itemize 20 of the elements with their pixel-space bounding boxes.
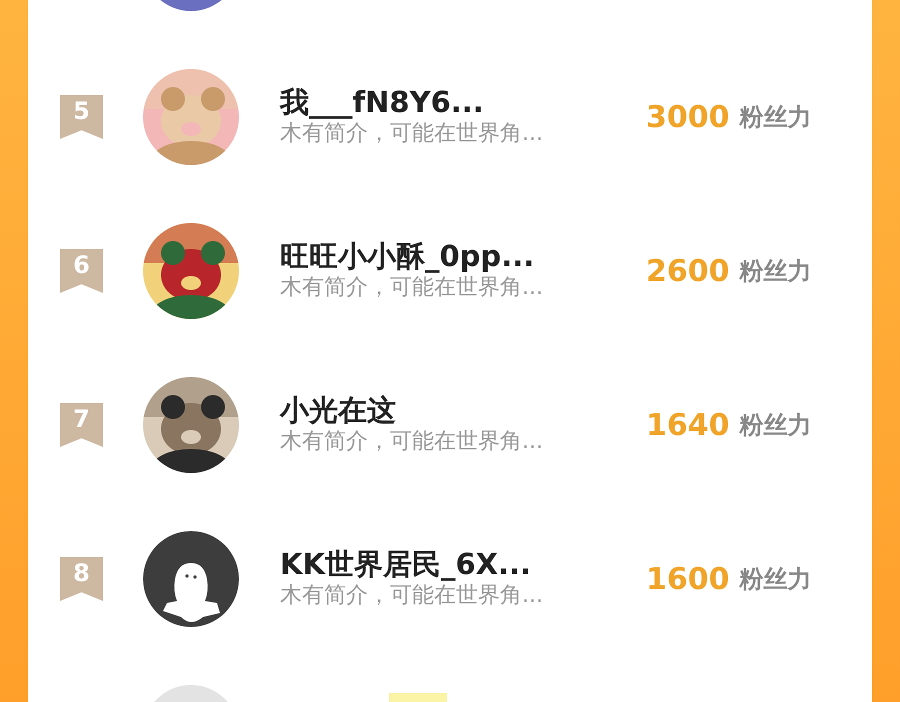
score-unit: 粉丝力 bbox=[740, 410, 812, 441]
rank-badge: 7 bbox=[60, 403, 103, 447]
user-bio: 木有简介，可能在世界角... bbox=[280, 582, 544, 610]
user-bio: 木有简介，可能在世界角... bbox=[280, 274, 544, 302]
user-name[interactable]: 旺旺小小酥_0pp... bbox=[280, 239, 610, 274]
rank-badge: 5 bbox=[60, 95, 103, 139]
user-name[interactable]: KK世界居民_6X... bbox=[280, 547, 610, 582]
fan-score: 3000 bbox=[646, 98, 730, 136]
user-bio: 木有简介，可能在世界角... bbox=[280, 120, 544, 148]
fan-score: 1640 bbox=[646, 406, 730, 444]
score-unit: 粉丝力 bbox=[740, 564, 812, 595]
score-unit: 粉丝力 bbox=[740, 256, 812, 287]
rank-badge: 8 bbox=[60, 557, 103, 601]
user-name[interactable]: 小光在这 bbox=[280, 393, 610, 428]
fan-score: 2600 bbox=[646, 252, 730, 290]
user-name[interactable]: 我___fN8Y6... bbox=[280, 85, 610, 120]
score-unit: 粉丝力 bbox=[740, 102, 812, 133]
fan-score: 1600 bbox=[646, 560, 730, 598]
rank-badge: 6 bbox=[60, 249, 103, 293]
user-bio: 木有简介，可能在世界角... bbox=[280, 428, 544, 456]
